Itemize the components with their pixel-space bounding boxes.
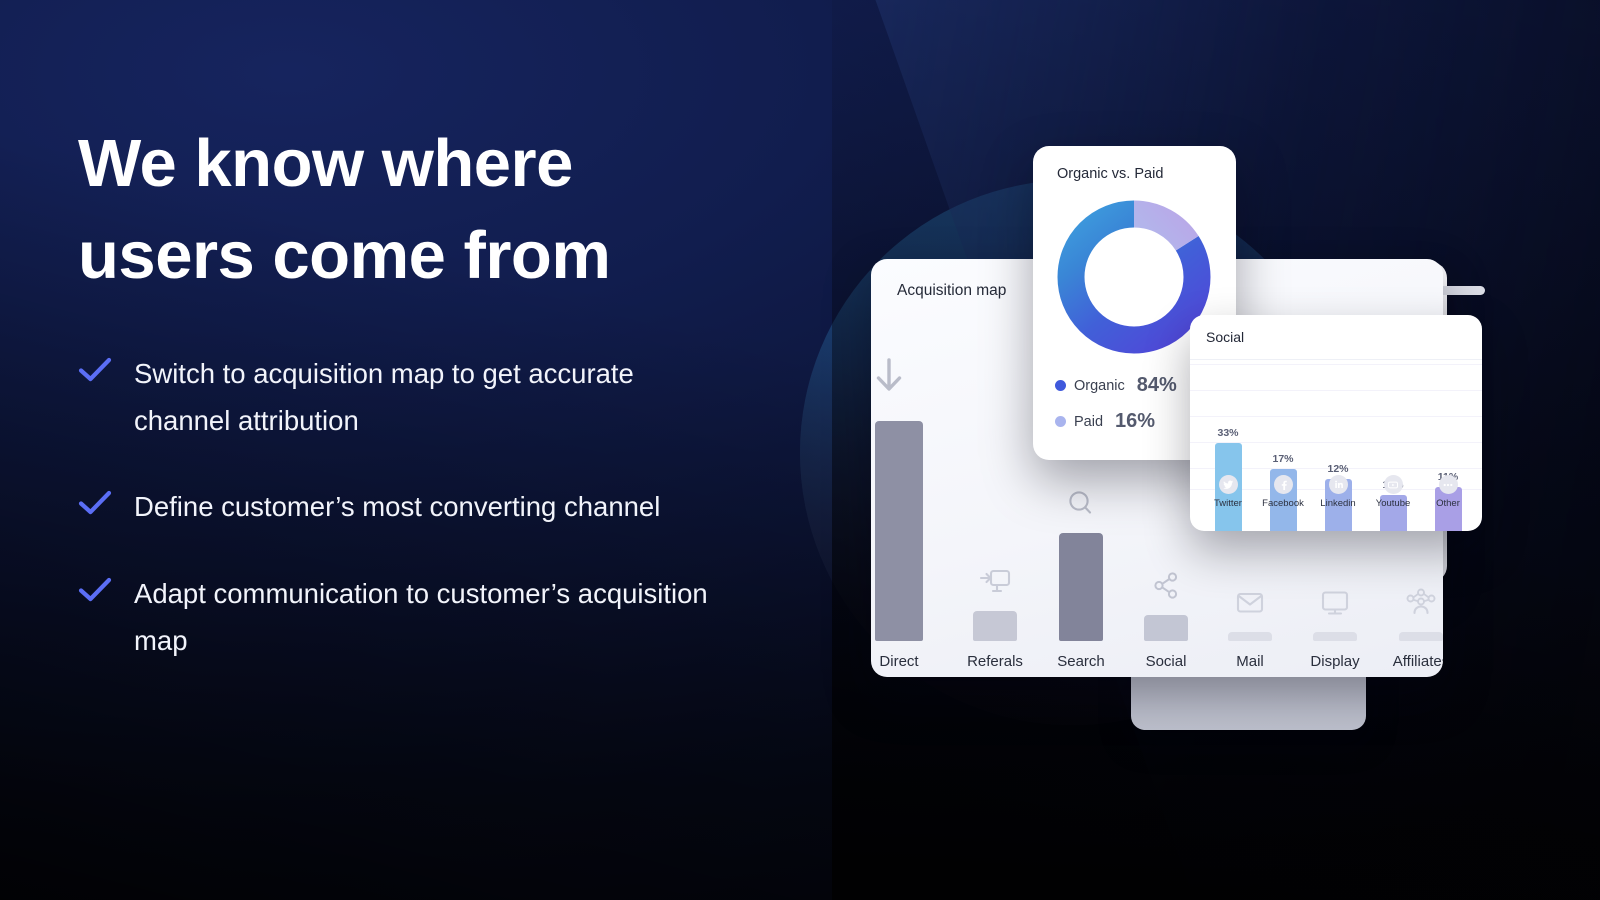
legend-label-paid: Paid xyxy=(1074,413,1104,430)
list-item: Define customer’s most converting channe… xyxy=(78,484,778,531)
social-axis-youtube: Youtube xyxy=(1373,475,1413,509)
social-axis-facebook: Facebook xyxy=(1262,475,1304,509)
channel-direct[interactable]: Direct xyxy=(871,421,941,670)
social-axis-twitter: Twitter xyxy=(1208,475,1248,509)
social-card-title: Social xyxy=(1206,329,1245,345)
affiliates-icon xyxy=(1403,587,1439,624)
channel-referals[interactable]: Referals xyxy=(953,566,1037,670)
axis-label: Other xyxy=(1436,498,1460,509)
channel-bar xyxy=(1059,533,1103,641)
channel-mail[interactable]: Mail xyxy=(1208,587,1292,670)
channel-label: Direct xyxy=(879,653,919,670)
legend-value-organic: 84% xyxy=(1136,374,1177,396)
share-icon xyxy=(1149,570,1183,607)
legend-item-paid: Paid 16% xyxy=(1055,410,1177,433)
legend-item-organic: Organic 84% xyxy=(1055,374,1177,397)
bar-value: 33% xyxy=(1217,427,1239,439)
check-icon xyxy=(78,357,112,388)
list-item: Adapt communication to customer’s acquis… xyxy=(78,571,778,665)
channel-social[interactable]: Social xyxy=(1124,570,1208,670)
list-item-label: Define customer’s most converting channe… xyxy=(134,491,661,523)
channel-bar xyxy=(1228,632,1272,641)
list-item: Switch to acquisition map to get accurat… xyxy=(78,351,778,445)
other-icon xyxy=(1438,475,1458,494)
social-card[interactable]: Social 33% 17% 12% 10% xyxy=(1190,315,1482,531)
display-icon xyxy=(1317,587,1353,624)
youtube-icon xyxy=(1383,475,1403,494)
channel-bar xyxy=(973,611,1017,641)
feature-list: Switch to acquisition map to get accurat… xyxy=(78,351,778,665)
bar-value: 17% xyxy=(1272,453,1294,465)
search-icon xyxy=(1064,488,1098,525)
acquisition-map-title: Acquisition map xyxy=(897,282,1007,299)
channel-bar xyxy=(1144,615,1188,641)
page-title: We know where users come from xyxy=(78,126,611,294)
list-item-label: Adapt communication to customer’s acquis… xyxy=(134,578,708,656)
bar-value: 12% xyxy=(1327,463,1349,475)
channel-label: Display xyxy=(1310,653,1360,670)
legend-dot-organic xyxy=(1055,380,1066,391)
legend-dot-paid xyxy=(1055,416,1066,427)
social-axis-labels: Twitter Facebook Linkedin Youtube Other xyxy=(1208,475,1468,523)
hero-copy: We know where users come from Switch to … xyxy=(78,118,778,665)
check-icon xyxy=(78,577,112,608)
organic-vs-paid-title: Organic vs. Paid xyxy=(1057,166,1164,182)
channel-display[interactable]: Display xyxy=(1293,587,1377,670)
channel-affiliates[interactable]: Affiliates xyxy=(1379,587,1443,670)
channel-label: Search xyxy=(1057,653,1105,670)
social-axis-other: Other xyxy=(1428,475,1468,509)
channel-bar xyxy=(1399,632,1443,641)
facebook-icon xyxy=(1273,475,1293,494)
channel-bar xyxy=(1313,632,1357,641)
channel-bar xyxy=(875,421,923,641)
linkedin-icon xyxy=(1328,475,1348,494)
axis-label: Youtube xyxy=(1375,498,1411,509)
twitter-icon xyxy=(1218,475,1238,494)
axis-label: Facebook xyxy=(1262,498,1304,509)
channel-label: Affiliates xyxy=(1392,653,1443,670)
legend-label-organic: Organic xyxy=(1074,377,1125,394)
legend-value-paid: 16% xyxy=(1115,410,1156,432)
mail-icon xyxy=(1232,587,1268,624)
social-axis-linkedin: Linkedin xyxy=(1318,475,1358,509)
check-icon xyxy=(78,490,112,521)
list-item-label: Switch to acquisition map to get accurat… xyxy=(134,357,634,436)
channel-label: Mail xyxy=(1236,653,1264,670)
axis-label: Twitter xyxy=(1214,498,1242,509)
referrals-icon xyxy=(978,566,1012,603)
channel-label: Referals xyxy=(967,653,1023,670)
axis-label: Linkedin xyxy=(1320,498,1356,509)
channel-label: Social xyxy=(1145,653,1187,670)
channel-search[interactable]: Search xyxy=(1039,488,1123,670)
donut-legend: Organic 84% Paid 16% xyxy=(1055,374,1177,446)
